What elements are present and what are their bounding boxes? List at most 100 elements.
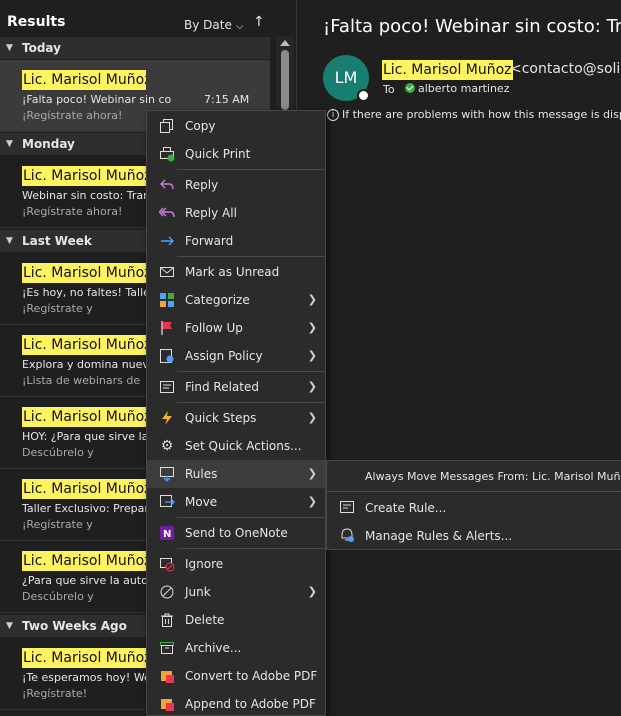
menu-item-categorize[interactable]: Categorize ❯ (147, 286, 325, 314)
menu-item-assign-policy[interactable]: Assign Policy ❯ (147, 342, 325, 370)
menu-item-ignore[interactable]: Ignore (147, 550, 325, 578)
collapse-icon: ▼ (6, 621, 13, 631)
adobe-pdf-icon (159, 668, 175, 684)
menu-item-set-quick-actions[interactable]: ⚙ Set Quick Actions... (147, 432, 325, 460)
to-label: To (383, 83, 395, 96)
sender-name[interactable]: Lic. Marisol Muñoz (382, 60, 513, 80)
message-preview: ¡Regístrate! (22, 687, 88, 700)
collapse-icon: ▼ (6, 43, 13, 53)
menu-separator (327, 491, 621, 492)
avatar-initials: LM (334, 68, 358, 87)
menu-item-copy[interactable]: Copy (147, 112, 325, 140)
message-preview: ¡Regístrate ahora! (22, 205, 123, 218)
ignore-icon (159, 556, 175, 572)
menu-item-label: Set Quick Actions... (185, 439, 302, 453)
message-sender: Lic. Marisol Muñoz (22, 407, 146, 427)
menu-separator (177, 371, 325, 372)
create-rule-icon (339, 499, 355, 515)
message-preview: ¡Regístrate ahora! (22, 109, 123, 122)
scroll-thumb[interactable] (281, 50, 289, 110)
submenu-arrow-icon: ❯ (307, 585, 317, 598)
message-subject: ¿Para que sirve la autom (22, 574, 159, 587)
menu-item-send-to-onenote[interactable]: N Send to OneNote (147, 519, 325, 547)
rules-icon (159, 466, 175, 482)
group-label: Today (22, 41, 61, 55)
menu-item-label: Follow Up (185, 321, 243, 335)
copy-icon (159, 118, 175, 134)
collapse-icon: ▼ (6, 236, 13, 246)
menu-item-junk[interactable]: Junk ❯ (147, 578, 325, 606)
menu-item-label: Find Related (185, 380, 259, 394)
menu-item-create-rule[interactable]: Create Rule... (327, 493, 621, 521)
reply-all-icon (158, 205, 175, 221)
move-icon (159, 494, 175, 510)
submenu-arrow-icon: ❯ (307, 380, 317, 393)
results-title: Results (7, 14, 66, 30)
sort-label: By Date (184, 18, 232, 32)
menu-item-mark-as-unread[interactable]: Mark as Unread (147, 258, 325, 286)
menu-item-reply[interactable]: Reply (147, 171, 325, 199)
message-subject: Taller Exclusivo: Prepara (22, 502, 156, 515)
categorize-icon (159, 292, 175, 308)
group-label: Two Weeks Ago (22, 619, 127, 633)
svg-text:N: N (163, 529, 171, 540)
menu-item-label: Categorize (185, 293, 250, 307)
menu-item-label: Ignore (185, 557, 224, 571)
manage-rules-icon (339, 527, 355, 543)
reading-pane: ¡Falta poco! Webinar sin costo: Tran LM … (298, 0, 621, 716)
junk-icon (159, 584, 175, 600)
menu-item-label: Mark as Unread (185, 265, 280, 279)
policy-icon (159, 348, 175, 364)
menu-item-archive[interactable]: Archive... (147, 634, 325, 662)
submenu-arrow-icon: ❯ (307, 495, 317, 508)
message-sender: Lic. Marisol Muñoz (22, 335, 146, 355)
menu-item-quick-steps[interactable]: Quick Steps ❯ (147, 404, 325, 432)
menu-item-quick-print[interactable]: Quick Print (147, 140, 325, 168)
group-label: Monday (22, 137, 75, 151)
menu-item-rules[interactable]: Rules ❯ (147, 460, 325, 488)
menu-item-find-related[interactable]: Find Related ❯ (147, 373, 325, 401)
menu-item-label: Append to Adobe PDF (185, 697, 316, 711)
menu-item-move[interactable]: Move ❯ (147, 488, 325, 516)
menu-item-append-to-adobe-pdf[interactable]: Append to Adobe PDF (147, 690, 325, 716)
menu-item-label: Create Rule... (365, 501, 447, 515)
menu-separator (177, 169, 325, 170)
menu-item-label: Assign Policy (185, 349, 263, 363)
sort-by-date-button[interactable]: By Date ⌵ (184, 18, 243, 32)
sort-direction-icon[interactable]: ↑ (253, 14, 265, 30)
menu-item-follow-up[interactable]: Follow Up ❯ (147, 314, 325, 342)
menu-item-label: Quick Print (185, 147, 251, 161)
recipient-name[interactable]: alberto martinez (418, 82, 509, 95)
message-subject: ¡Falta poco! Webinar sin co... (22, 93, 172, 106)
message-sender: Lic. Marisol Muñoz (22, 551, 146, 571)
email-subject: ¡Falta poco! Webinar sin costo: Tran (323, 16, 621, 37)
message-time: 7:15 AM (204, 93, 250, 106)
scroll-up-icon[interactable] (280, 40, 290, 46)
available-status-icon (405, 83, 415, 93)
menu-item-forward[interactable]: Forward (147, 227, 325, 255)
message-subject: HOY: ¿Para que sirve la a (22, 430, 159, 443)
sender-address: <contacto@solid (510, 61, 621, 77)
menu-item-convert-to-adobe-pdf[interactable]: Convert to Adobe PDF (147, 662, 325, 690)
menu-item-delete[interactable]: Delete (147, 606, 325, 634)
find-related-icon (159, 379, 175, 395)
menu-item-always-move-messages[interactable]: Always Move Messages From: Lic. Marisol … (327, 462, 621, 490)
menu-item-label: Reply All (185, 206, 237, 220)
info-bar-text[interactable]: If there are problems with how this mess… (342, 108, 621, 121)
avatar[interactable]: LM (323, 55, 370, 102)
menu-item-label: Manage Rules & Alerts... (365, 529, 513, 543)
onenote-icon: N (159, 525, 175, 541)
submenu-arrow-icon: ❯ (307, 321, 317, 334)
message-preview: Descúbrelo y (22, 446, 94, 459)
submenu-arrow-icon: ❯ (307, 349, 317, 362)
menu-separator (177, 548, 325, 549)
menu-item-label: Rules (185, 467, 218, 481)
menu-item-label: Send to OneNote (185, 526, 288, 540)
submenu-arrow-icon: ❯ (307, 293, 317, 306)
menu-item-manage-rules-alerts[interactable]: Manage Rules & Alerts... (327, 521, 621, 549)
menu-item-reply-all[interactable]: Reply All (147, 199, 325, 227)
message-subject: Webinar sin costo: Tran (22, 189, 151, 202)
reply-icon (159, 177, 175, 193)
list-header: Results By Date ⌵ ↑ (0, 0, 297, 36)
group-header-today[interactable]: ▼ Today (0, 37, 270, 59)
